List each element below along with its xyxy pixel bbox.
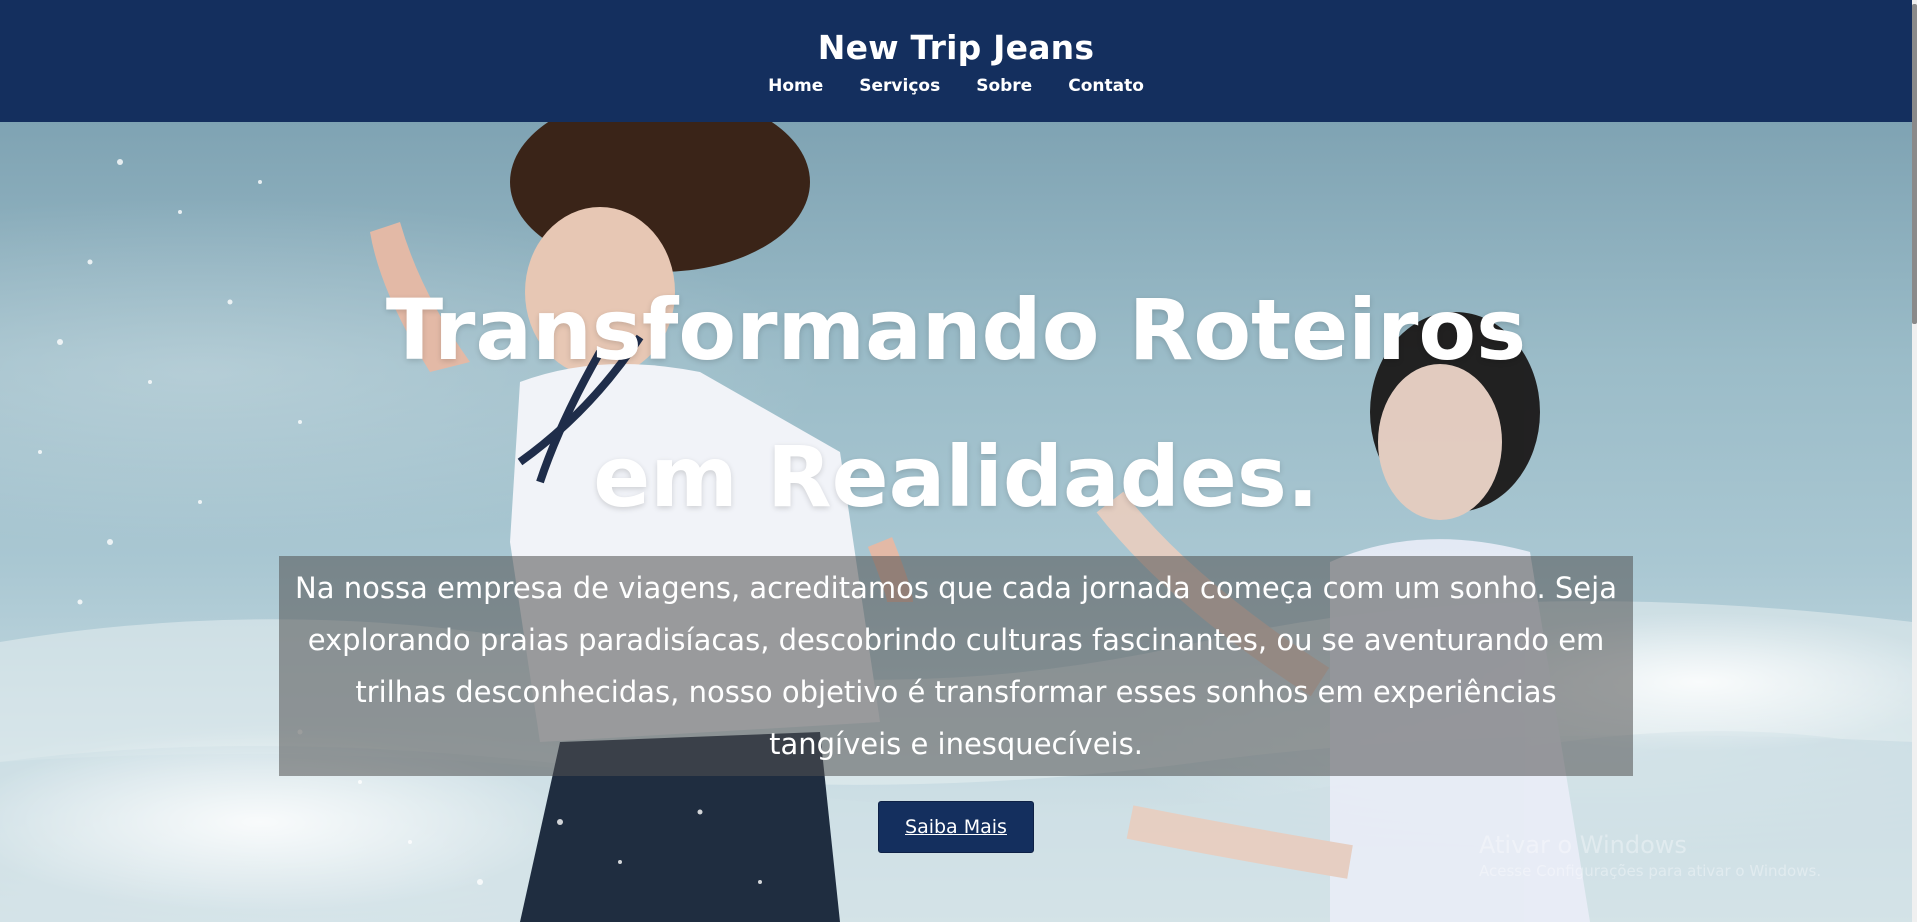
hero-section: Transformando Roteiros em Realidades. Na… [0,122,1912,922]
page-scrollbar[interactable] [1912,0,1917,922]
page: New Trip Jeans Home Serviços Sobre Conta… [0,0,1917,922]
nav-link-contato[interactable]: Contato [1068,74,1144,98]
site-header: New Trip Jeans Home Serviços Sobre Conta… [0,0,1912,122]
watermark-subtitle: Acesse Configurações para ativar o Windo… [1479,862,1822,880]
brand-logo-text[interactable]: New Trip Jeans [818,26,1094,70]
nav-link-servicos[interactable]: Serviços [859,74,940,98]
nav-link-home[interactable]: Home [768,74,823,98]
saiba-mais-button[interactable]: Saiba Mais [878,801,1034,853]
windows-activation-watermark: Ativar o Windows Acesse Configurações pa… [1479,830,1821,882]
watermark-title: Ativar o Windows [1479,831,1687,859]
scrollbar-thumb[interactable] [1912,4,1917,324]
main-nav: Home Serviços Sobre Contato [768,74,1144,98]
hero-content: Transformando Roteiros em Realidades. Na… [0,122,1912,922]
hero-title: Transformando Roteiros em Realidades. [385,281,1527,526]
nav-link-sobre[interactable]: Sobre [976,74,1032,98]
hero-description: Na nossa empresa de viagens, acreditamos… [279,556,1633,776]
